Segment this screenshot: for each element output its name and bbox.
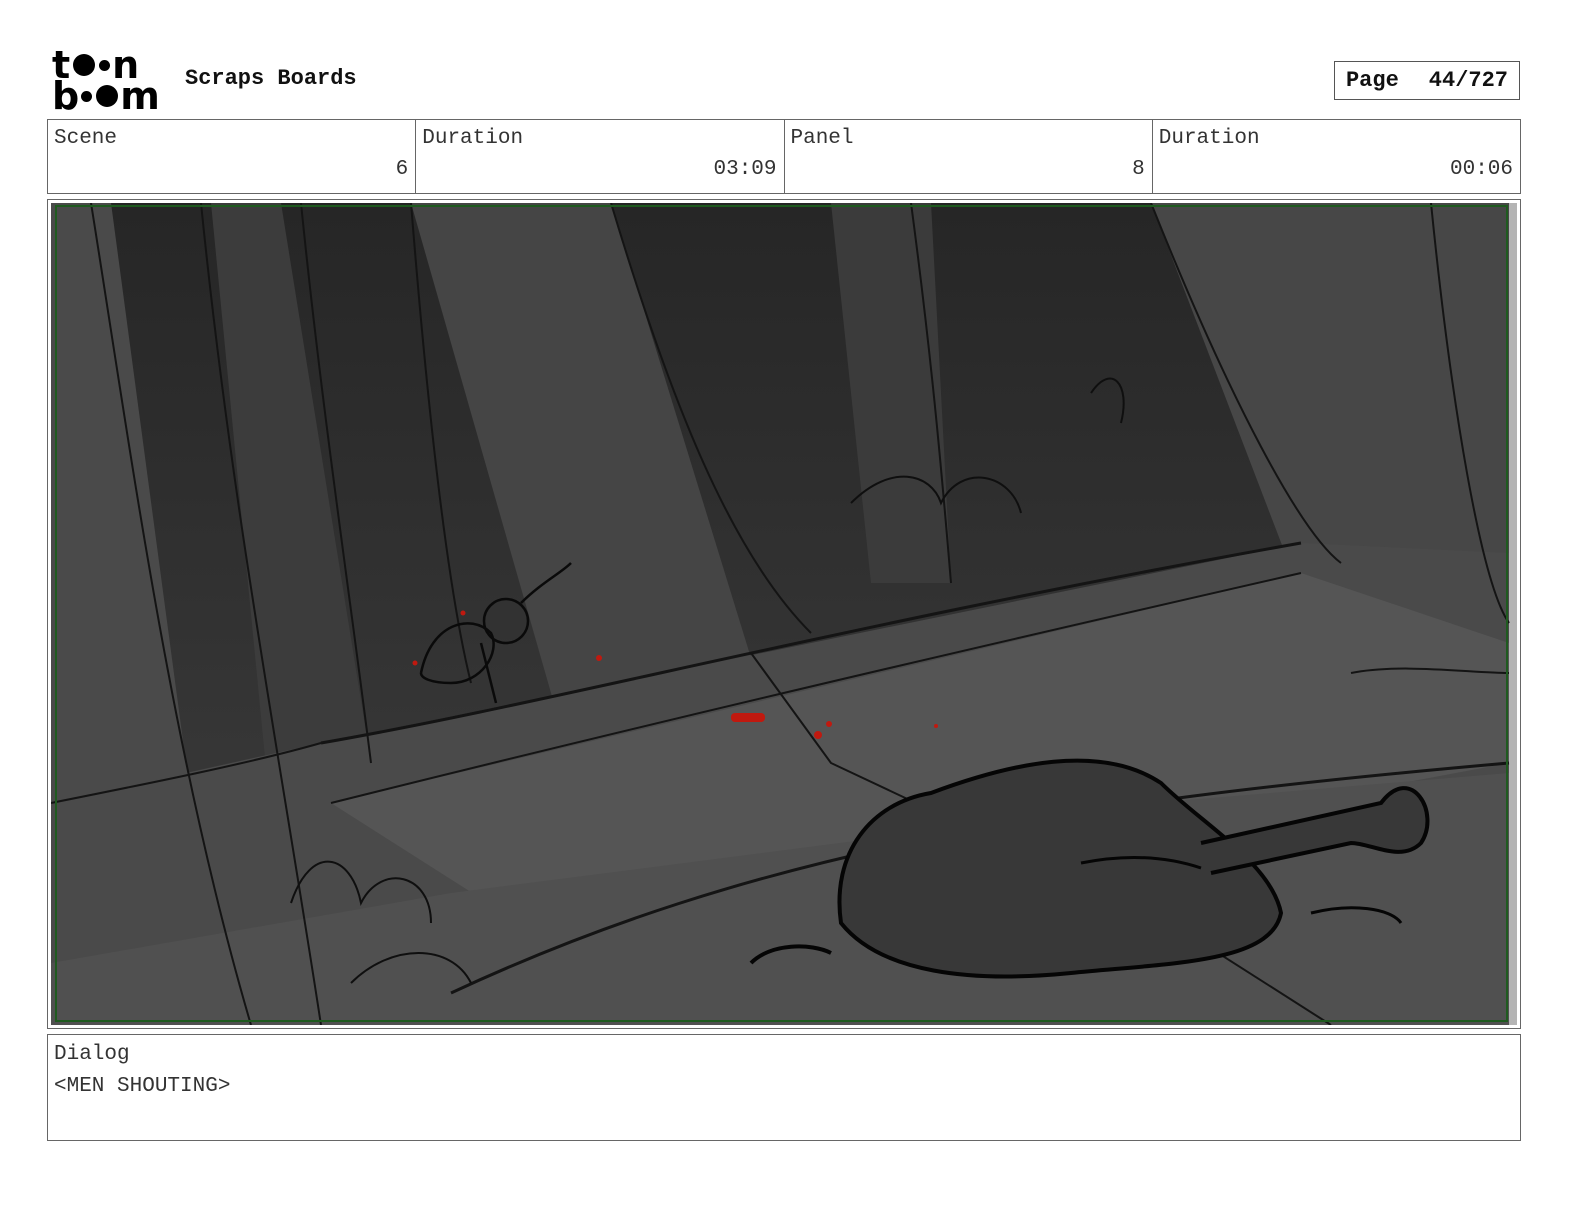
scene-info-table: Scene 6 Duration 03:09 Panel 8 Duration …: [47, 119, 1521, 194]
panel-duration-value: 00:06: [1449, 158, 1513, 181]
scene-label: Scene: [54, 127, 118, 150]
dialog-text: <MEN SHOUTING>: [54, 1075, 231, 1098]
board-title: Scraps Boards: [185, 66, 357, 91]
dialog-label: Dialog: [54, 1043, 130, 1066]
scene-duration-cell: Duration 03:09: [416, 120, 785, 193]
storyboard-panel-image: [51, 203, 1517, 1025]
page-number: 44/727: [1428, 68, 1509, 93]
scene-value: 6: [395, 158, 409, 181]
forest-sketch: [51, 203, 1510, 1025]
page-label: Page: [1345, 68, 1399, 93]
panel-duration-cell: Duration 00:06: [1153, 120, 1520, 193]
scene-duration-label: Duration: [422, 127, 524, 150]
dialog-box: Dialog <MEN SHOUTING>: [47, 1034, 1521, 1141]
panel-value: 8: [1132, 158, 1145, 181]
panel-label: Panel: [790, 127, 854, 150]
panel-duration-label: Duration: [1158, 127, 1260, 150]
page-indicator: Page 44/727: [1334, 61, 1520, 100]
panel-cell: Panel 8: [785, 120, 1153, 193]
toonboom-logo: t n b m: [52, 43, 160, 118]
scene-duration-value: 03:09: [713, 158, 777, 181]
scene-cell: Scene 6: [48, 120, 417, 193]
